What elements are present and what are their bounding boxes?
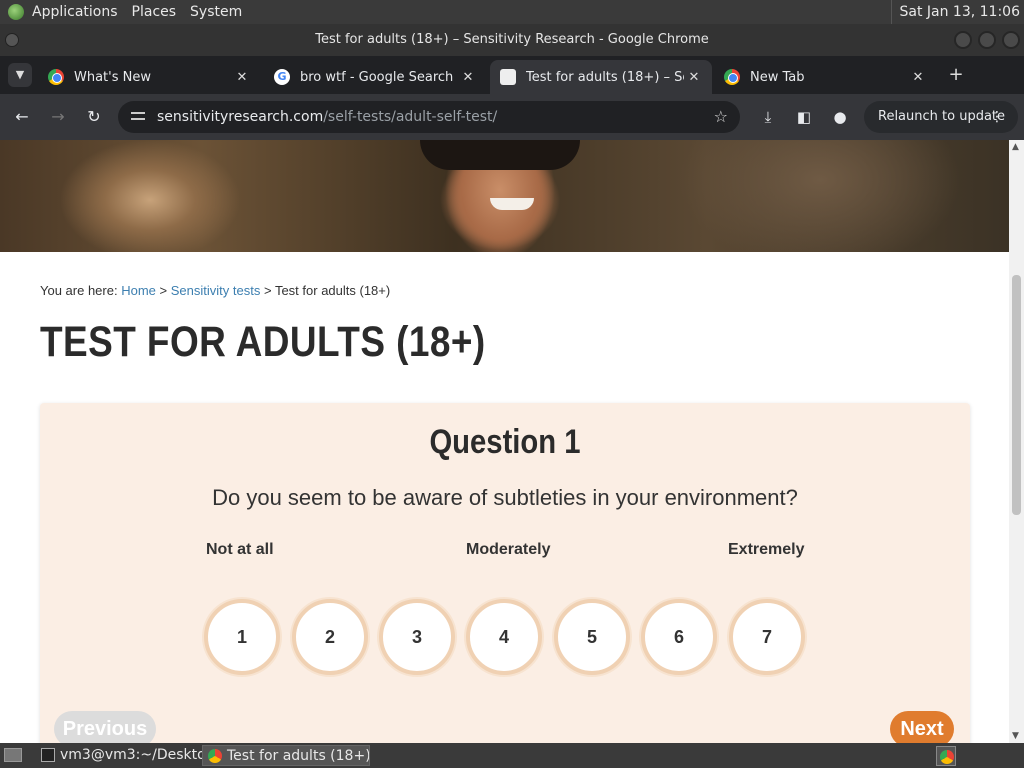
menu-places[interactable]: Places: [132, 4, 177, 20]
reload-button[interactable]: ↻: [82, 105, 106, 129]
new-tab-button[interactable]: +: [944, 63, 968, 87]
question-heading: Question 1: [429, 423, 581, 461]
tab-test-for-adults[interactable]: Test for adults (18+) – Sens ✕: [490, 60, 712, 94]
tab-title: What's New: [74, 69, 151, 85]
url-text[interactable]: sensitivityresearch.com/self-tests/adult…: [157, 101, 497, 133]
hero-image: [0, 140, 1009, 252]
answer-option-7[interactable]: 7: [729, 599, 805, 675]
window-controls: [954, 31, 1020, 49]
back-button[interactable]: ←: [10, 105, 34, 129]
os-top-panel: Applications Places System Sat Jan 13, 1…: [0, 0, 1024, 24]
browser-toolbar: ← → ↻ sensitivityresearch.com/self-tests…: [0, 94, 1024, 140]
answer-option-6[interactable]: 6: [641, 599, 717, 675]
tab-title: bro wtf - Google Search: [300, 69, 454, 85]
tab-google-search[interactable]: G bro wtf - Google Search ✕: [264, 60, 486, 94]
relaunch-to-update-button[interactable]: Relaunch to update ⋮: [864, 101, 1018, 133]
tab-close-icon[interactable]: ✕: [684, 70, 704, 85]
breadcrumb-separator: >: [263, 283, 272, 298]
tab-search-button[interactable]: ▼: [8, 63, 32, 87]
hero-hair: [420, 140, 580, 170]
site-info-icon[interactable]: [130, 108, 146, 124]
tab-title: New Tab: [750, 69, 805, 85]
window-title: Test for adults (18+) – Sensitivity Rese…: [315, 32, 709, 47]
scale-label-low: Not at all: [206, 541, 274, 558]
close-window-button[interactable]: [1002, 31, 1020, 49]
tab-title: Test for adults (18+) – Sens: [526, 69, 684, 85]
menu-system[interactable]: System: [190, 4, 242, 20]
menu-applications[interactable]: Applications: [32, 4, 118, 20]
answer-option-3[interactable]: 3: [379, 599, 455, 675]
hero-smile: [490, 198, 534, 210]
taskbar-item-label: Test for adults (18+)...: [227, 748, 370, 764]
page-viewport: You are here: Home > Sensitivity tests >…: [0, 140, 1024, 743]
breadcrumb-separator: >: [159, 283, 168, 298]
page-scrollbar[interactable]: ▲ ▼: [1009, 140, 1024, 743]
chrome-icon: [724, 69, 740, 85]
tray-chrome-icon[interactable]: [936, 746, 956, 766]
previous-button[interactable]: Previous: [54, 711, 156, 743]
side-panel-icon[interactable]: ◧: [792, 105, 816, 129]
taskbar-item-terminal[interactable]: vm3@vm3:~/Desktop: [36, 745, 223, 766]
clock[interactable]: Sat Jan 13, 11:06: [890, 0, 1020, 24]
os-logo-icon[interactable]: [8, 4, 24, 20]
maximize-button[interactable]: [978, 31, 996, 49]
tab-new-tab[interactable]: New Tab ✕: [714, 60, 936, 94]
chrome-icon: [48, 69, 64, 85]
question-text: Do you seem to be aware of subtleties in…: [212, 485, 798, 510]
tab-close-icon[interactable]: ✕: [232, 70, 252, 85]
tab-close-icon[interactable]: ✕: [458, 70, 478, 85]
next-button[interactable]: Next: [890, 711, 954, 743]
os-taskbar: vm3@vm3:~/Desktop Test for adults (18+).…: [0, 743, 1024, 768]
taskbar-item-chrome[interactable]: Test for adults (18+)...: [202, 745, 370, 766]
window-titlebar: Test for adults (18+) – Sensitivity Rese…: [0, 24, 1024, 56]
address-bar[interactable]: sensitivityresearch.com/self-tests/adult…: [118, 101, 740, 133]
scrollbar-thumb[interactable]: [1012, 275, 1021, 515]
breadcrumb-prefix: You are here:: [40, 283, 118, 298]
breadcrumb-current: Test for adults (18+): [274, 283, 391, 298]
scroll-down-icon[interactable]: ▼: [1012, 731, 1019, 741]
forward-button[interactable]: →: [46, 105, 70, 129]
scale-label-high: Extremely: [728, 541, 805, 558]
page-title: TEST FOR ADULTS (18+): [40, 318, 486, 366]
show-desktop-icon[interactable]: [4, 748, 22, 762]
scale-label-mid: Moderately: [466, 541, 551, 558]
tab-close-icon[interactable]: ✕: [908, 70, 928, 85]
question-card: Question 1 Do you seem to be aware of su…: [40, 403, 970, 743]
site-icon: [500, 69, 516, 85]
scroll-up-icon[interactable]: ▲: [1012, 142, 1019, 152]
chrome-icon: [208, 749, 222, 763]
tab-whats-new[interactable]: What's New ✕: [38, 60, 260, 94]
answer-option-1[interactable]: 1: [204, 599, 280, 675]
answer-option-4[interactable]: 4: [466, 599, 542, 675]
breadcrumb-section-link[interactable]: Sensitivity tests: [171, 283, 261, 298]
terminal-icon: [41, 748, 55, 762]
answer-option-5[interactable]: 5: [554, 599, 630, 675]
breadcrumb: You are here: Home > Sensitivity tests >…: [40, 283, 390, 298]
download-icon[interactable]: ⤓: [756, 105, 780, 129]
google-icon: G: [274, 69, 290, 85]
bookmark-star-icon[interactable]: ☆: [714, 107, 728, 126]
tab-strip: ▼ What's New ✕ G bro wtf - Google Search…: [0, 56, 1024, 94]
answer-option-2[interactable]: 2: [292, 599, 368, 675]
url-path: /self-tests/adult-self-test/: [323, 109, 498, 125]
profile-icon[interactable]: ●: [828, 105, 852, 129]
breadcrumb-home-link[interactable]: Home: [121, 283, 156, 298]
relaunch-label: Relaunch to update: [878, 109, 1006, 124]
more-menu-icon[interactable]: ⋮: [990, 101, 1004, 133]
window-menu-icon[interactable]: [5, 33, 19, 47]
taskbar-item-label: vm3@vm3:~/Desktop: [60, 747, 215, 763]
minimize-button[interactable]: [954, 31, 972, 49]
url-host: sensitivityresearch.com: [157, 109, 324, 125]
